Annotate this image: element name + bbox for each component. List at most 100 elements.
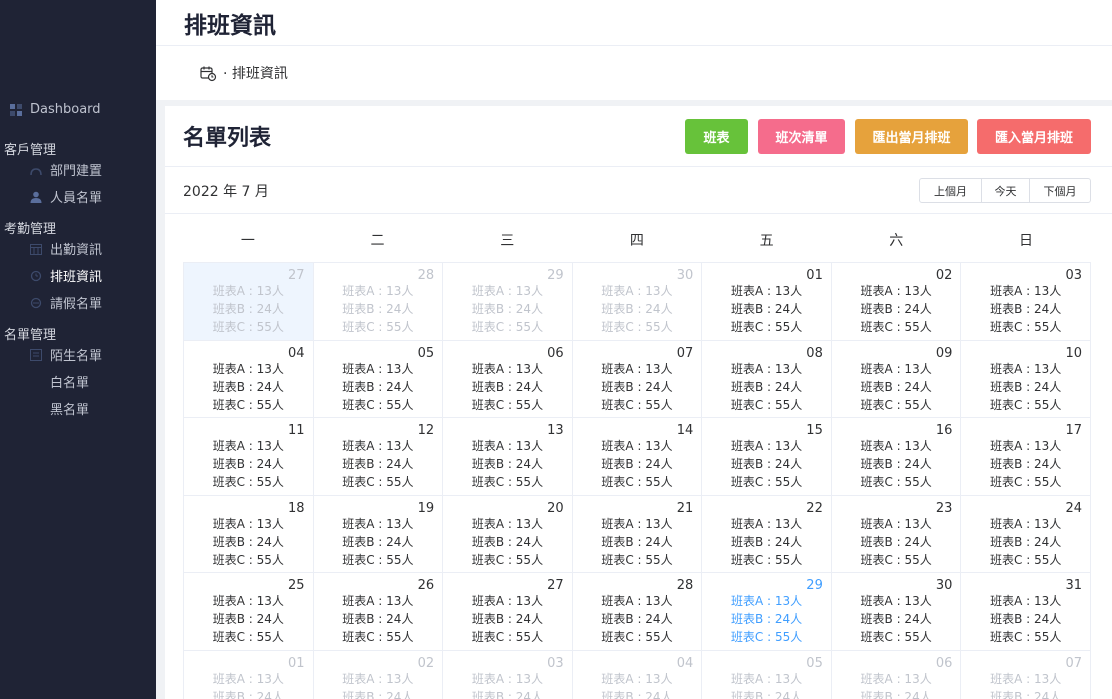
calendar-day-cell[interactable]: 28 班表A : 13人 班表B : 24人 班表C : 55人 — [572, 573, 703, 651]
calendar-day-cell[interactable]: 31 班表A : 13人 班表B : 24人 班表C : 55人 — [961, 573, 1091, 651]
calendar-day-cell[interactable]: 16 班表A : 13人 班表B : 24人 班表C : 55人 — [831, 418, 962, 496]
shift-count: 班表A : 13人 — [860, 439, 932, 453]
sidebar-item-schedule-info[interactable]: 排班資訊 — [30, 266, 102, 285]
day-number: 05 — [806, 655, 823, 671]
shift-summary: 班表A : 13人班表B : 24人班表C : 55人 — [184, 515, 313, 569]
shift-summary: 班表A : 13人班表B : 24人班表C : 55人 — [573, 360, 702, 414]
calendar-day-cell[interactable]: 07班表A : 13人班表B : 24人班表C : 55人 — [961, 650, 1091, 699]
sidebar-item-departments[interactable]: 部門建置 — [30, 160, 102, 179]
shift-count: 班表B : 24人 — [471, 612, 544, 626]
import-month-button[interactable]: 匯入當月排班 — [977, 119, 1091, 154]
shift-count: 班表C : 55人 — [730, 397, 803, 412]
shift-count: 班表C : 55人 — [601, 630, 673, 644]
calendar-day-cell[interactable]: 09 班表A : 13人 班表B : 24人 班表C : 55人 — [831, 340, 962, 418]
shift-summary: 班表A : 13人班表B : 24人班表C : 55人 — [184, 670, 313, 699]
calendar-day-cell[interactable]: 29 班表A : 13人 班表B : 24人 班表C : 55人 — [443, 263, 573, 341]
shift-count: 班表C : 55人 — [730, 552, 803, 567]
calendar-day-cell[interactable]: 28 班表A : 13人 班表B : 24人 班表C : 55人 — [313, 263, 444, 341]
calendar-day-cell[interactable]: 10 班表A : 13人 班表B : 24人 班表C : 55人 — [961, 340, 1091, 418]
day-number: 27 — [288, 268, 305, 283]
calendar-day-cell[interactable]: 30 班表A : 13人 班表B : 24人 班表C : 55人 — [572, 263, 703, 341]
shift-summary: 班表A : 13人班表B : 24人班表C : 55人 — [702, 515, 831, 569]
calendar-day-cell[interactable]: 20 班表A : 13人 班表B : 24人 班表C : 55人 — [443, 495, 573, 573]
calendar-day-cell[interactable]: 05班表A : 13人班表B : 24人班表C : 55人 — [702, 650, 832, 699]
calendar-day-cell[interactable]: 26 班表A : 13人 班表B : 24人 班表C : 55人 — [313, 573, 444, 651]
month-nav: 上個月 今天 下個月 — [919, 178, 1091, 203]
calendar-day-cell[interactable]: 04班表A : 13人班表B : 24人班表C : 55人 — [184, 340, 314, 418]
calendar-day-cell[interactable]: 12 班表A : 13人 班表B : 24人 班表C : 55人 — [313, 418, 444, 496]
calendar-day-cell[interactable]: 06班表A : 13人班表B : 24人班表C : 55人 — [443, 340, 573, 418]
calendar-day-cell[interactable]: 13 班表A : 13人 班表B : 24人 班表C : 55人 — [443, 418, 573, 496]
calendar-day-cell[interactable]: 01班表A : 13人班表B : 24人班表C : 55人 — [702, 263, 832, 341]
day-number: 09 — [935, 345, 953, 361]
calendar-day-cell[interactable]: 19 班表A : 13人 班表B : 24人 班表C : 55人 — [313, 495, 444, 573]
shift-summary: 班表A : 13人班表B : 24人班表C : 55人 — [961, 360, 1090, 414]
shift-count: 班表C : 55人 — [342, 475, 414, 489]
schedule-button[interactable]: 班表 — [685, 119, 748, 154]
day-number: 22 — [806, 500, 823, 516]
calendar-day-cell[interactable]: 17 班表A : 13人 班表B : 24人 班表C : 55人 — [961, 418, 1091, 496]
calendar-day-cell[interactable]: 27 班表A : 13人 班表B : 24人 班表C : 55人 — [184, 263, 314, 341]
calendar-day-cell[interactable]: 14 班表A : 13人 班表B : 24人 班表C : 55人 — [572, 418, 703, 496]
calendar-day-cell[interactable]: 06班表A : 13人班表B : 24人班表C : 55人 — [832, 650, 962, 699]
today-button[interactable]: 今天 — [981, 179, 1029, 202]
day-number: 30 — [676, 268, 694, 283]
sidebar-item-label: 白名單 — [50, 376, 90, 391]
calendar-day-cell[interactable]: 03班表A : 13人班表B : 24人班表C : 55人 — [961, 263, 1091, 341]
prev-month-button[interactable]: 上個月 — [920, 179, 981, 202]
shift-count: 班表B : 24人 — [471, 689, 544, 699]
department-icon — [30, 164, 42, 176]
calendar-day-cell[interactable]: 08 班表A : 13人 班表B : 24人 班表C : 55人 — [702, 340, 832, 418]
calendar-day-cell[interactable]: 03班表A : 13人班表B : 24人班表C : 55人 — [443, 650, 573, 699]
page-title: 排班資訊 — [184, 13, 276, 39]
sidebar-item-attendance-info[interactable]: 出勤資訊 — [30, 239, 102, 258]
next-month-button[interactable]: 下個月 — [1029, 179, 1090, 202]
calendar-day-cell[interactable]: 02班表A : 13人班表B : 24人班表C : 55人 — [831, 263, 962, 341]
sidebar-item-dashboard[interactable]: Dashboard — [10, 102, 101, 117]
shift-summary: 班表A : 13人班表B : 24人班表C : 55人 — [314, 592, 443, 646]
calendar-day-cell[interactable]: 30 班表A : 13人 班表B : 24人 班表C : 55人 — [831, 573, 962, 651]
shift-summary: 班表A : 13人班表B : 24人班表C : 55人 — [314, 437, 443, 491]
shift-count: 班表B : 24人 — [212, 689, 284, 699]
export-month-button[interactable]: 匯出當月排班 — [855, 119, 968, 154]
calendar-day-cell[interactable]: 21 班表A : 13人 班表B : 24人 班表C : 55人 — [572, 495, 703, 573]
shift-count: 班表B : 24人 — [860, 534, 932, 549]
shift-summary: 班表A : 13人班表B : 24人班表C : 55人 — [702, 670, 831, 699]
calendar-day-cell[interactable]: 01班表A : 13人班表B : 24人班表C : 55人 — [184, 650, 314, 699]
sidebar-item-staff[interactable]: 人員名單 — [30, 187, 102, 206]
calendar-day-cell[interactable]: 22 班表A : 13人 班表B : 24人 班表C : 55人 — [702, 495, 832, 573]
calendar-day-cell[interactable]: 24 班表A : 13人 班表B : 24人 班表C : 55人 — [961, 495, 1091, 573]
calendar-clock-icon — [200, 66, 217, 81]
calendar-day-cell[interactable]: 07班表A : 13人班表B : 24人班表C : 55人 — [572, 340, 703, 418]
shift-count: 班表A : 13人 — [730, 516, 803, 531]
shift-count: 班表A : 13人 — [471, 516, 543, 531]
calendar-day-cell[interactable]: 15 班表A : 13人 班表B : 24人 班表C : 55人 — [702, 418, 832, 496]
calendar-day-cell[interactable]: 02班表A : 13人班表B : 24人班表C : 55人 — [314, 650, 444, 699]
shift-count: 班表C : 55人 — [860, 397, 932, 412]
user-icon — [30, 191, 42, 203]
sidebar-item-blacklist[interactable]: 黑名單 — [30, 399, 89, 418]
roster-card: 名單列表 班表 班次清單 匯出當月排班 匯入當月排班 2022 年 7 月 上個… — [165, 106, 1112, 699]
calendar-day-cell[interactable]: 29 班表A : 13人 班表B : 24人 班表C : 55人 — [702, 573, 832, 651]
shift-list-button[interactable]: 班次清單 — [758, 119, 845, 154]
sidebar-item-label: 黑名單 — [50, 403, 90, 418]
shift-count: 班表C : 55人 — [342, 552, 414, 567]
day-number: 23 — [935, 500, 953, 516]
sidebar-item-stranger-list[interactable]: 陌生名單 — [30, 345, 102, 364]
calendar-day-cell[interactable]: 18 班表A : 13人 班表B : 24人 班表C : 55人 — [184, 495, 314, 573]
shift-summary: 班表A : 13人班表B : 24人班表C : 55人 — [184, 592, 313, 646]
calendar-day-cell[interactable]: 04班表A : 13人班表B : 24人班表C : 55人 — [573, 650, 703, 699]
sidebar-item-leave-list[interactable]: 請假名單 — [30, 293, 102, 312]
card-title: 名單列表 — [183, 126, 272, 151]
calendar-day-cell[interactable]: 27 班表A : 13人 班表B : 24人 班表C : 55人 — [443, 573, 573, 651]
day-number: 12 — [417, 423, 435, 438]
shift-count: 班表A : 13人 — [601, 361, 673, 376]
calendar-day-cell[interactable]: 05班表A : 13人班表B : 24人班表C : 55人 — [313, 340, 444, 418]
shift-count: 班表A : 13人 — [212, 671, 284, 686]
calendar-day-cell[interactable]: 23 班表A : 13人 班表B : 24人 班表C : 55人 — [831, 495, 962, 573]
sidebar-item-whitelist[interactable]: 白名單 — [30, 372, 89, 391]
calendar-day-cell[interactable]: 11 班表A : 13人 班表B : 24人 班表C : 55人 — [184, 418, 314, 496]
shift-count: 班表C : 55人 — [342, 320, 414, 334]
shift-count: 班表C : 55人 — [990, 320, 1062, 334]
calendar-day-cell[interactable]: 25 班表A : 13人 班表B : 24人 班表C : 55人 — [184, 573, 314, 651]
